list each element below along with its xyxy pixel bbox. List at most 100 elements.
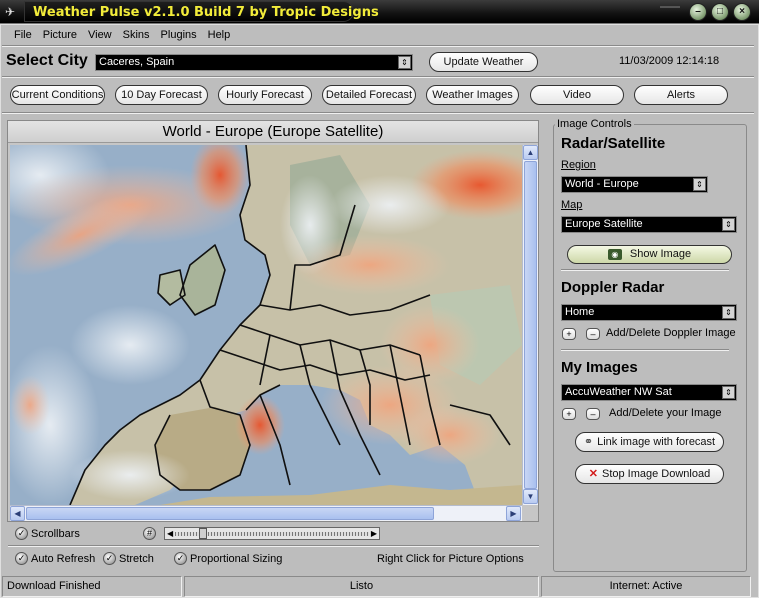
add-my-image-icon[interactable]: +	[562, 408, 576, 420]
map-label: Map	[561, 199, 583, 211]
region-label: Region	[561, 159, 596, 171]
add-delete-doppler-label: Add/Delete Doppler Image	[606, 327, 736, 339]
maximize-button[interactable]: □	[711, 3, 729, 21]
zoom-toggle-icon[interactable]: #	[143, 527, 156, 540]
tabs-divider	[2, 112, 754, 114]
stop-download-button[interactable]: ✕ Stop Image Download	[575, 464, 724, 484]
add-delete-my-image-label: Add/Delete your Image	[609, 407, 722, 419]
tab-current-conditions[interactable]: Current Conditions	[10, 85, 105, 105]
doppler-radar-heading: Doppler Radar	[561, 279, 665, 296]
slider-left-icon[interactable]: ◀	[167, 529, 173, 538]
image-panel: World - Europe (Europe Satellite) ▲ ▼ ◀ …	[7, 120, 539, 522]
radar-satellite-heading: Radar/Satellite	[561, 135, 666, 152]
chevron-down-icon[interactable]: ⇕	[722, 386, 735, 399]
tab-hourly-forecast[interactable]: Hourly Forecast	[218, 85, 312, 105]
menu-skins[interactable]: Skins	[117, 26, 155, 44]
scroll-right-icon[interactable]: ▶	[506, 506, 521, 521]
title-pill: Weather Pulse v2.1.0 Build 7 by Tropic D…	[24, 1, 379, 22]
stretch-option[interactable]: ✓ Stretch	[103, 552, 154, 565]
show-image-button[interactable]: ◉ Show Image	[567, 245, 732, 264]
side-divider-2	[561, 349, 729, 351]
chevron-down-icon[interactable]: ⇕	[693, 178, 706, 191]
menu-file[interactable]: File	[8, 26, 37, 44]
update-weather-button[interactable]: Update Weather	[429, 52, 538, 72]
menu-picture[interactable]: Picture	[37, 26, 82, 44]
show-image-label: Show Image	[629, 248, 692, 260]
checkmark-icon[interactable]: ✓	[103, 552, 116, 565]
chevron-down-icon[interactable]: ⇕	[722, 306, 735, 319]
checkmark-icon[interactable]: ✓	[15, 552, 28, 565]
image-title: World - Europe (Europe Satellite)	[8, 121, 538, 143]
stretch-label: Stretch	[119, 552, 154, 565]
link-icon: ⚭	[583, 436, 594, 448]
menu-bar: File Picture View Skins Plugins Help	[8, 26, 235, 44]
menu-divider	[2, 45, 754, 47]
chevron-down-icon[interactable]: ⇕	[398, 56, 411, 69]
checkmark-icon[interactable]: ✓	[174, 552, 187, 565]
menu-plugins[interactable]: Plugins	[155, 26, 202, 44]
my-images-select[interactable]: AccuWeather NW Sat ⇕	[561, 384, 737, 401]
menu-help[interactable]: Help	[202, 26, 236, 44]
delete-my-image-icon[interactable]: –	[586, 408, 600, 420]
link-image-button[interactable]: ⚭ Link image with forecast	[575, 432, 724, 452]
app-icon[interactable]: ✈	[5, 5, 21, 19]
region-select-value: World - Europe	[565, 178, 639, 190]
camera-icon: ◉	[607, 249, 622, 260]
status-internet: Internet: Active	[541, 576, 751, 597]
tab-video[interactable]: Video	[530, 85, 624, 105]
right-click-hint: Right Click for Picture Options	[377, 553, 524, 565]
proportional-sizing-label: Proportional Sizing	[190, 552, 283, 565]
europe-satellite-map	[10, 145, 522, 505]
doppler-select[interactable]: Home ⇕	[561, 304, 737, 321]
tab-weather-images[interactable]: Weather Images	[426, 85, 519, 105]
status-bar: Download Finished Listo Internet: Active	[0, 576, 759, 598]
scroll-down-icon[interactable]: ▼	[523, 489, 538, 504]
add-doppler-icon[interactable]: +	[562, 328, 576, 340]
menu-view[interactable]: View	[82, 26, 117, 44]
options-divider	[8, 545, 539, 547]
chevron-down-icon[interactable]: ⇕	[722, 218, 735, 231]
stop-download-label: Stop Image Download	[601, 468, 711, 480]
scroll-up-icon[interactable]: ▲	[523, 145, 538, 160]
vertical-scrollbar[interactable]: ▲ ▼	[522, 145, 538, 505]
region-select[interactable]: World - Europe ⇕	[561, 176, 708, 193]
city-divider	[2, 76, 754, 78]
title-separator	[660, 6, 680, 18]
title-bar: ✈ Weather Pulse v2.1.0 Build 7 by Tropic…	[0, 0, 759, 24]
status-state: Listo	[184, 576, 539, 597]
window-title: Weather Pulse v2.1.0 Build 7 by Tropic D…	[33, 5, 379, 20]
stop-x-icon: ✕	[588, 468, 598, 480]
map-select-value: Europe Satellite	[565, 218, 643, 230]
scrollbars-option[interactable]: ✓ Scrollbars	[15, 527, 80, 540]
horizontal-scrollbar[interactable]: ◀ ▶	[10, 505, 522, 521]
current-datetime: 11/03/2009 12:14:18	[619, 55, 720, 67]
horizontal-scroll-thumb[interactable]	[26, 507, 434, 520]
minimize-button[interactable]: –	[689, 3, 707, 21]
tab-alerts[interactable]: Alerts	[634, 85, 728, 105]
proportional-sizing-option[interactable]: ✓ Proportional Sizing	[174, 552, 282, 565]
my-images-heading: My Images	[561, 359, 638, 376]
satellite-image[interactable]	[10, 145, 522, 505]
select-city-label: Select City	[6, 52, 88, 69]
status-download: Download Finished	[2, 576, 182, 597]
my-images-select-value: AccuWeather NW Sat	[565, 386, 672, 398]
checkmark-icon[interactable]: ✓	[15, 527, 28, 540]
tab-10-day-forecast[interactable]: 10 Day Forecast	[115, 85, 208, 105]
image-controls-legend: Image Controls	[555, 118, 634, 130]
delete-doppler-icon[interactable]: –	[586, 328, 600, 340]
city-select[interactable]: Caceres, Spain ⇕	[95, 54, 413, 71]
auto-refresh-label: Auto Refresh	[31, 552, 96, 565]
zoom-slider[interactable]: ◀ ▶	[164, 527, 380, 540]
slider-knob[interactable]	[199, 528, 207, 539]
link-image-label: Link image with forecast	[597, 436, 716, 448]
slider-right-icon[interactable]: ▶	[371, 529, 377, 538]
map-select[interactable]: Europe Satellite ⇕	[561, 216, 737, 233]
auto-refresh-option[interactable]: ✓ Auto Refresh	[15, 552, 95, 565]
city-select-value: Caceres, Spain	[99, 56, 175, 68]
tab-detailed-forecast[interactable]: Detailed Forecast	[322, 85, 416, 105]
vertical-scroll-thumb[interactable]	[524, 161, 537, 489]
scroll-left-icon[interactable]: ◀	[10, 506, 25, 521]
doppler-select-value: Home	[565, 306, 595, 318]
close-button[interactable]: ×	[733, 3, 751, 21]
side-divider-1	[561, 269, 729, 271]
